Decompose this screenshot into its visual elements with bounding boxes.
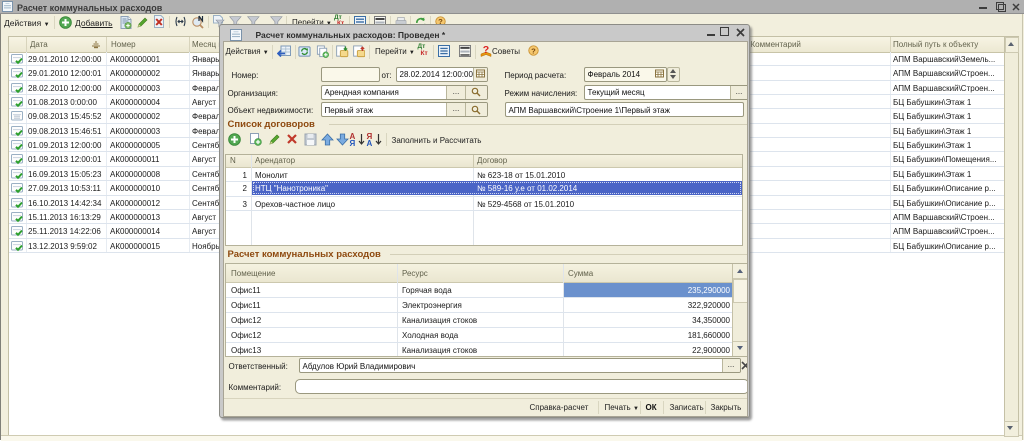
svg-text:?: ? — [531, 46, 536, 55]
svg-text:?: ? — [483, 44, 489, 56]
